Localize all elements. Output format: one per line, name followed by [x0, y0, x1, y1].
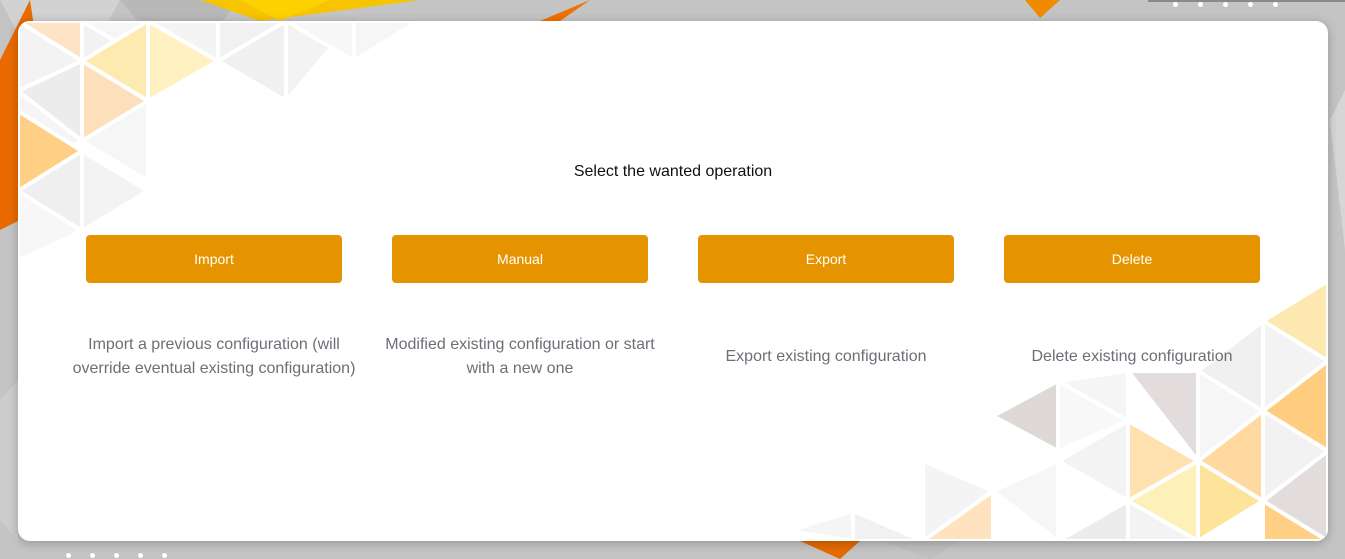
- operation-manual: Manual Modified existing configuration o…: [385, 235, 655, 377]
- operation-delete: Delete Delete existing configuration: [1004, 235, 1260, 365]
- export-description: Export existing configuration: [725, 348, 927, 365]
- manual-description: Modified existing configuration or start…: [385, 336, 655, 377]
- page-title: Select the wanted operation: [573, 163, 773, 180]
- operation-card: Select the wanted operation Import Impor…: [18, 21, 1328, 541]
- export-button[interactable]: Export: [698, 235, 954, 283]
- operation-export: Export Export existing configuration: [698, 235, 954, 365]
- manual-button[interactable]: Manual: [392, 235, 648, 283]
- delete-description: Delete existing configuration: [1031, 348, 1233, 365]
- decorative-dots-bottom: [66, 553, 167, 558]
- operation-import: Import Import a previous configuration (…: [73, 235, 355, 377]
- import-description: Import a previous configuration (will ov…: [72, 336, 356, 377]
- decorative-dots-top: [1173, 2, 1278, 7]
- import-button[interactable]: Import: [86, 235, 342, 283]
- delete-button[interactable]: Delete: [1004, 235, 1260, 283]
